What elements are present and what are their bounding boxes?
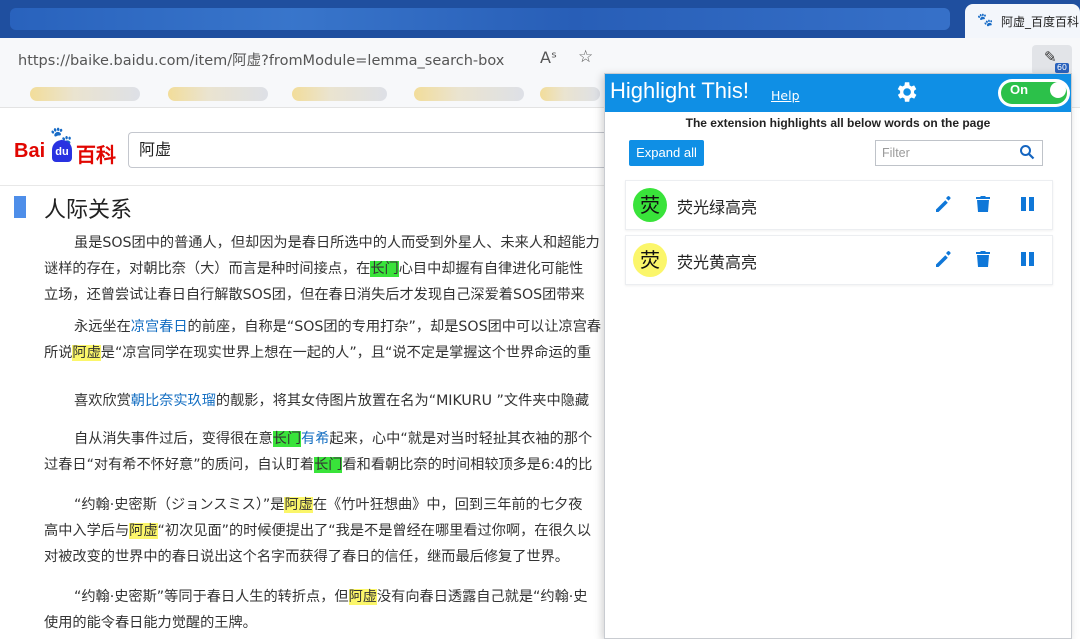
text-run: 心目中却握有自律进化可能性 xyxy=(398,261,584,277)
popup-description: The extension highlights all below words… xyxy=(685,116,991,130)
search-icon xyxy=(1020,145,1035,160)
search-input[interactable]: 阿虚 xyxy=(128,132,604,168)
popup-title: Highlight This! xyxy=(610,78,749,103)
highlight-sample: 荧 xyxy=(633,188,667,222)
pause-icon[interactable] xyxy=(1018,194,1038,214)
bookmark-item[interactable] xyxy=(30,87,140,101)
text-run: 高中入学后与 xyxy=(44,523,130,539)
edit-icon[interactable] xyxy=(934,249,954,269)
text-run: 看和看朝比奈的时间相较顶多是6:4的比 xyxy=(342,457,593,473)
text-run: 虽是SOS团中的普通人，但却因为是春日所选中的人而受到外星人、未来人和超能力 xyxy=(74,235,600,251)
article-link[interactable]: 朝比奈实玖瑠 xyxy=(131,393,216,409)
highlight-group-yellow[interactable]: 荧 荧光黄高亮 xyxy=(625,235,1053,285)
filter-input[interactable]: Filter xyxy=(875,140,1043,166)
paragraph-line: 使用的能令春日能力觉醒的王牌。 xyxy=(44,610,604,636)
text-run: 立场，还曾尝试让春日自行解散SOS团，但在春日消失后才发现自己深爱着SOS团带来 xyxy=(44,287,585,303)
highlighted-word: 长门 xyxy=(272,431,302,447)
highlight-group-name: 荧光黄高亮 xyxy=(677,253,758,272)
highlighted-word: 阿虚 xyxy=(284,497,313,513)
help-link[interactable]: Help xyxy=(771,88,800,103)
highlighted-word: 阿虚 xyxy=(129,523,158,539)
paragraph-line: 对被改变的世界中的春日说出这个名字而获得了春日的信任，继而最后修复了世界。 xyxy=(44,544,604,570)
text-run: “约翰·史密斯（ジョンスミス）”是 xyxy=(74,497,285,513)
logo-baike: 百科 xyxy=(76,143,116,167)
bookmark-item[interactable] xyxy=(414,87,524,101)
article-paragraph: 虽是SOS团中的普通人，但却因为是春日所选中的人而受到外星人、未来人和超能力谜样… xyxy=(44,230,604,308)
paragraph-line: 立场，还曾尝试让春日自行解散SOS团，但在春日消失后才发现自己深爱着SOS团带来 xyxy=(44,282,604,308)
logo-bai: Bai xyxy=(14,140,46,162)
extension-badge: 60 xyxy=(1054,63,1069,73)
text-run: 是“凉宫同学在现实世界上想在一起的人”，且“说不定是掌握这个世界命运的重 xyxy=(100,345,592,361)
article-paragraph: “约翰·史密斯”等同于春日人生的转折点，但阿虚没有向春日透露自己就是“约翰·史使… xyxy=(44,584,604,636)
text-run: 谜样的存在，对朝比奈（大）而言是种时间接点，在 xyxy=(44,261,371,277)
trash-icon[interactable] xyxy=(973,194,993,214)
paragraph-line: “约翰·史密斯”等同于春日人生的转折点，但阿虚没有向春日透露自己就是“约翰·史 xyxy=(44,584,604,610)
text-run: 起来，心中“就是对当时轻扯其衣袖的那个 xyxy=(329,431,593,447)
highlight-extension-button[interactable]: ✎ 60 xyxy=(1032,45,1072,75)
tab-title: 阿虚_百度百科 xyxy=(1001,14,1080,29)
paragraph-line: 高中入学后与阿虚“初次见面”的时候便提出了“我是不是曾经在哪里看过你啊，在很久以 xyxy=(44,518,604,544)
bookmark-item[interactable] xyxy=(540,87,600,101)
paragraph-line: 所说阿虚是“凉宫同学在现实世界上想在一起的人”，且“说不定是掌握这个世界命运的重 xyxy=(44,340,604,366)
paragraph-line: 过春日“对有希不怀好意”的质问，自认盯着长门看和看朝比奈的时间相较顶多是6:4的… xyxy=(44,452,604,478)
text-run: 没有向春日透露自己就是“约翰·史 xyxy=(376,589,588,605)
section-title: 人际关系 xyxy=(44,198,133,223)
article-paragraph: “约翰·史密斯（ジョンスミス）”是阿虚在《竹叶狂想曲》中，回到三年前的七夕夜 高中… xyxy=(44,492,604,570)
paragraph-line: “约翰·史密斯（ジョンスミス）”是阿虚在《竹叶狂想曲》中，回到三年前的七夕夜 xyxy=(44,492,604,518)
baike-header: Bai 🐾 du 百科 阿虚 xyxy=(0,108,604,186)
highlighted-word: 长门 xyxy=(314,457,343,473)
text-run: 在《竹叶狂想曲》中，回到三年前的七夕夜 xyxy=(312,497,583,513)
url-field[interactable]: https://baike.baidu.com/item/阿虚?fromModu… xyxy=(18,49,504,70)
trash-icon[interactable] xyxy=(973,249,993,269)
article-content: 人际关系 虽是SOS团中的普通人，但却因为是春日所选中的人而受到外星人、未来人和… xyxy=(0,186,604,639)
toggle-knob xyxy=(1050,82,1066,98)
logo-du: du xyxy=(52,140,72,162)
highlighted-word: 阿虚 xyxy=(348,589,377,605)
highlighted-word: 长门 xyxy=(370,261,399,277)
article-paragraph: 自从消失事件过后，变得很在意长门有希起来，心中“就是对当时轻扯其衣袖的那个 过春日… xyxy=(44,426,604,478)
highlighted-word: 阿虚 xyxy=(72,345,101,361)
article-link[interactable]: 有希 xyxy=(301,431,329,447)
text-run: 的前座，自称是“SOS团的专用打杂”，却是SOS团中可以让凉宫春 xyxy=(187,319,602,335)
paragraph-line: 喜欢欣赏朝比奈实玖瑠的靓影，将其女侍图片放置在名为“MIKURU ”文件夹中隐藏 xyxy=(44,388,604,414)
text-run: 永远坐在 xyxy=(74,319,131,335)
text-run: 所说 xyxy=(44,345,73,361)
pause-icon[interactable] xyxy=(1018,249,1038,269)
bookmark-item[interactable] xyxy=(292,87,387,101)
text-run: “约翰·史密斯”等同于春日人生的转折点，但 xyxy=(74,589,349,605)
popup-header: Highlight This! Help On xyxy=(605,74,1071,112)
gear-icon[interactable] xyxy=(893,79,919,105)
bookmark-item[interactable] xyxy=(168,87,268,101)
text-run: 对被改变的世界中的春日说出这个名字而获得了春日的信任，继而最后修复了世界。 xyxy=(44,549,569,565)
paragraph-line: 虽是SOS团中的普通人，但却因为是春日所选中的人而受到外星人、未来人和超能力 xyxy=(44,230,604,256)
highlight-group-name: 荧光绿高亮 xyxy=(677,198,758,217)
article-link[interactable]: 凉宫春日 xyxy=(131,319,188,335)
baidu-favicon-icon: 🐾 xyxy=(977,13,994,28)
text-run: 喜欢欣赏 xyxy=(74,393,131,409)
section-marker xyxy=(14,196,26,218)
browser-tab-strip: 🐾 阿虚_百度百科 xyxy=(0,0,1080,38)
text-run: 的靓影，将其女侍图片放置在名为“MIKURU ”文件夹中隐藏 xyxy=(215,393,590,409)
highlight-group-green[interactable]: 荧 荧光绿高亮 xyxy=(625,180,1053,230)
baidu-baike-logo[interactable]: Bai 🐾 du 百科 xyxy=(14,126,124,168)
add-favorite-icon[interactable]: ☆ xyxy=(578,47,593,67)
paragraph-line: 谜样的存在，对朝比奈（大）而言是种时间接点，在长门心目中却握有自律进化可能性 xyxy=(44,256,604,282)
text-run: 使用的能令春日能力觉醒的王牌。 xyxy=(44,615,257,631)
blurred-tabs xyxy=(10,8,950,30)
paragraph-line: 永远坐在凉宫春日的前座，自称是“SOS团的专用打杂”，却是SOS团中可以让凉宫春 xyxy=(44,314,604,340)
read-aloud-icon[interactable]: Aˢ xyxy=(540,48,557,67)
on-off-toggle[interactable]: On xyxy=(998,79,1070,107)
paragraph-line: 自从消失事件过后，变得很在意长门有希起来，心中“就是对当时轻扯其衣袖的那个 xyxy=(44,426,604,452)
toggle-label: On xyxy=(1010,82,1029,97)
text-run: 自从消失事件过后，变得很在意 xyxy=(74,431,273,447)
text-run: “初次见面”的时候便提出了“我是不是曾经在哪里看过你啊，在很久以 xyxy=(157,523,592,539)
expand-all-button[interactable]: Expand all xyxy=(629,140,704,166)
edit-icon[interactable] xyxy=(934,194,954,214)
article-paragraph: 永远坐在凉宫春日的前座，自称是“SOS团的专用打杂”，却是SOS团中可以让凉宫春… xyxy=(44,314,604,366)
text-run: 过春日“对有希不怀好意”的质问，自认盯着 xyxy=(44,457,315,473)
article-paragraph: 喜欢欣赏朝比奈实玖瑠的靓影，将其女侍图片放置在名为“MIKURU ”文件夹中隐藏 xyxy=(44,388,604,414)
highlight-sample: 荧 xyxy=(633,243,667,277)
active-tab[interactable]: 🐾 阿虚_百度百科 xyxy=(965,4,1080,38)
highlight-this-popup: Highlight This! Help On The extension hi… xyxy=(604,73,1072,639)
